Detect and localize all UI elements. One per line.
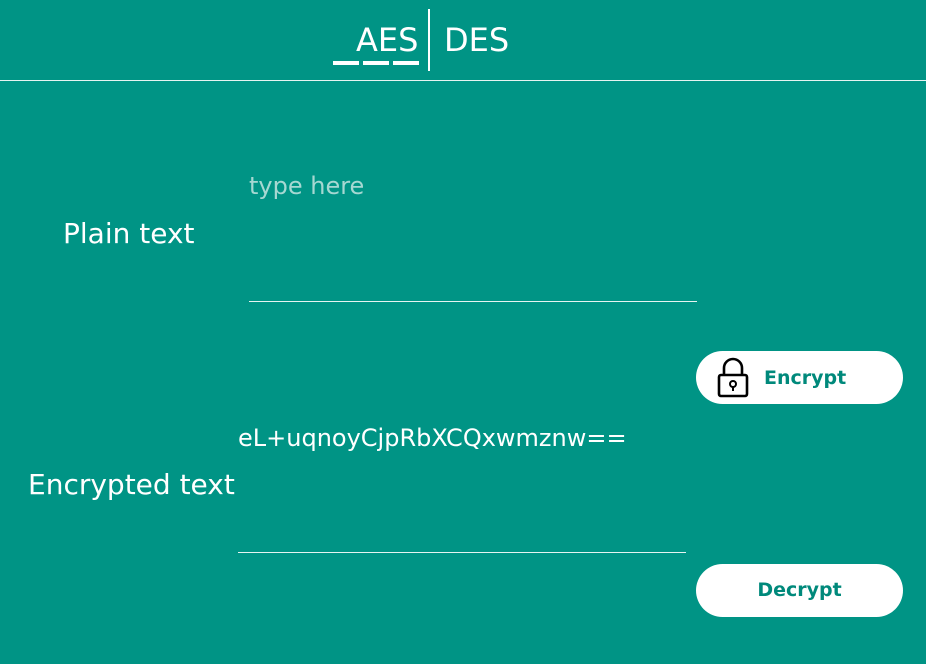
encrypted-text-field[interactable] (238, 424, 686, 553)
header-divider (0, 80, 926, 81)
tab-aes[interactable]: AES (356, 20, 418, 60)
encrypted-text-label: Encrypted text (28, 468, 235, 501)
lock-icon (717, 357, 749, 398)
tab-des[interactable]: DES (444, 20, 509, 60)
plain-text-input[interactable] (249, 172, 697, 302)
algorithm-tabs: AES DES (0, 0, 926, 80)
encrypt-button-label: Encrypt (764, 367, 847, 389)
decrypt-button-label: Decrypt (757, 579, 842, 601)
tab-separator (428, 9, 430, 71)
decrypt-button[interactable]: Decrypt (696, 564, 903, 617)
encrypt-button[interactable]: Encrypt (696, 351, 903, 404)
plain-text-label: Plain text (63, 217, 195, 250)
active-tab-indicator (333, 61, 423, 65)
